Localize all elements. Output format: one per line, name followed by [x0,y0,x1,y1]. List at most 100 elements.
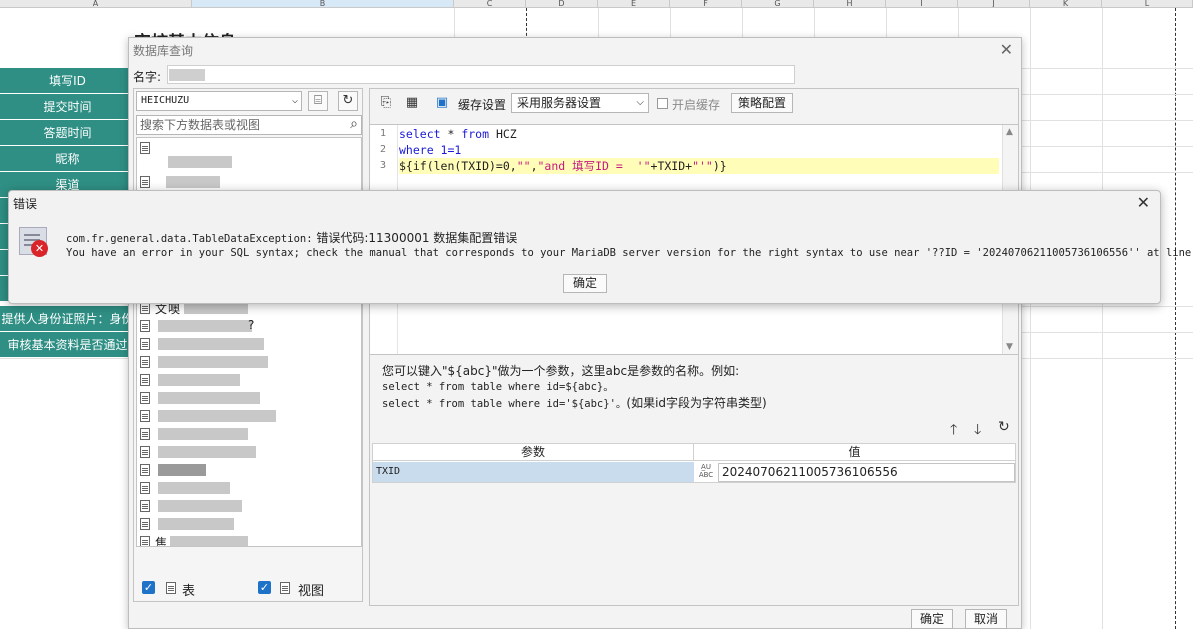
redacted-text [158,392,260,404]
column-header-g[interactable]: G [742,0,814,8]
cell-label-nickname[interactable]: 昵称 [0,146,135,172]
datasource-select[interactable]: HEICHUZU ⌵ [136,91,302,111]
checkbox-view[interactable]: ✓ [258,581,271,594]
table-icon [140,338,150,350]
arrow-up-icon[interactable]: 🡑 [950,419,957,443]
list-item[interactable] [140,390,360,406]
calculator-icon[interactable]: ▦ [402,94,422,114]
redacted-text [168,156,232,168]
column-header-j[interactable]: J [958,0,1030,8]
checkbox-table[interactable]: ✓ [142,581,155,594]
redacted-text [158,338,264,350]
cell-label-submit-time[interactable]: 提交时间 [0,94,135,120]
query-panel: ⎘ ▦ ▣ 缓存设置 采用服务器设置 ⌵ 开启缓存 策略配置 1 2 3 sel… [369,88,1019,606]
list-item[interactable] [140,480,360,496]
sql-line-3: ${if(len(TXID)=0,"","and 填写ID = '"+TXID+… [399,158,999,174]
sql-text: +TXID+ [650,159,693,173]
redacted-text [158,320,252,332]
exception-class: com.fr.general.data.TableDataException: [66,233,313,245]
string-type-icon[interactable]: A̲U ABC [696,463,716,481]
search-icon[interactable]: ⌕ [350,116,358,132]
refresh-params-icon[interactable]: ↻ [998,419,1010,435]
hint-line-1: 您可以键入"${abc}"做为一个参数，这里abc是参数的名称。例如: [382,364,740,378]
close-icon[interactable]: ✕ [1000,40,1013,59]
list-item[interactable] [140,372,360,388]
list-item[interactable] [140,408,360,424]
table-icon [140,392,150,404]
column-header-d[interactable]: D [526,0,598,8]
line-number: 1 [379,128,386,139]
hint-line-2: select * from table where id=${abc}。 [382,381,614,393]
sql-keyword: select [399,127,441,141]
sql-string: "and 填写ID = '" [537,159,651,173]
redacted-text [158,500,242,512]
column-header-k[interactable]: K [1030,0,1102,8]
sql-text: HCZ [489,127,517,141]
list-item[interactable]: ? [140,318,360,334]
parameter-table: 参数 值 TXID A̲U ABC 20240706211005736106556 [372,443,1016,483]
ok-button[interactable]: 确定 [911,609,953,629]
refresh-icon[interactable]: ↻ [338,91,358,111]
column-header-a[interactable]: A [0,0,192,8]
list-item[interactable] [140,444,360,460]
preview-icon[interactable]: ⎘ [376,94,396,114]
table-search-input[interactable] [137,116,337,134]
redacted-text [158,482,230,494]
sql-string: "'" [692,159,713,173]
redacted-text [158,410,276,422]
param-value-input[interactable]: 20240706211005736106556 [718,463,1015,482]
column-header-e[interactable]: E [598,0,670,8]
column-header-l[interactable]: L [1102,0,1193,8]
table-icon [140,500,150,512]
list-item[interactable] [140,462,360,478]
error-ok-button[interactable]: 确定 [563,274,607,293]
list-item[interactable] [140,140,360,168]
list-item[interactable] [140,354,360,370]
scroll-up-icon[interactable]: ▲ [1006,127,1013,137]
redacted-text [158,446,256,458]
list-item[interactable]: 焦 [140,534,360,546]
hint-line-3: select * from table where id='${abc}'。 [382,398,627,410]
line-number: 2 [379,144,386,155]
column-header-f[interactable]: F [670,0,742,8]
column-header-i[interactable]: I [886,0,958,8]
table-icon [140,428,150,440]
cache-settings-label: 缓存设置 [458,98,507,112]
cell-label-id-photo[interactable]: 提供人身份证照片：身份 [0,306,135,332]
enable-cache-checkbox[interactable] [657,98,668,109]
object-type-filter: ✓ 表 ✓ 视图 [138,579,358,599]
list-item[interactable] [140,516,360,532]
sql-text: ${if(len(TXID)=0, [399,159,517,173]
close-icon[interactable]: ✕ [1137,193,1150,212]
param-column-header: 参数 [373,444,694,461]
list-item[interactable] [140,498,360,514]
column-header-c[interactable]: C [454,0,526,8]
list-item[interactable] [140,426,360,442]
sql-keyword: where [399,143,434,157]
cell-label-answer-time[interactable]: 答题时间 [0,120,135,146]
error-dialog: 错误 ✕ ✕ com.fr.general.data.TableDataExce… [8,190,1193,304]
arrow-down-icon[interactable]: 🡓 [974,419,981,443]
save-cache-icon[interactable]: ▣ [432,94,452,114]
hint-line-3-note: (如果id字段为字符串类型) [626,396,767,410]
edit-connection-icon[interactable]: ⌸ [308,91,328,111]
cell-label-review-pass[interactable]: 审核基本资料是否通过 [0,332,135,358]
column-header-b[interactable]: B [192,0,454,8]
scroll-down-icon[interactable]: ▼ [1006,342,1013,352]
table-search-box[interactable]: ⌕ [136,115,362,135]
strategy-config-button[interactable]: 策略配置 [731,93,793,113]
cancel-button[interactable]: 取消 [965,609,1007,629]
name-label: 名字: [133,70,162,84]
error-icon: ✕ [31,240,48,257]
table-icon [140,518,150,530]
cache-mode-select[interactable]: 采用服务器设置 ⌵ [511,93,649,113]
name-input[interactable] [167,65,795,84]
param-name-cell[interactable]: TXID [373,462,694,482]
enable-cache-label: 开启缓存 [672,98,721,112]
cell-label-fill-id[interactable]: 填写ID [0,68,135,94]
chevron-down-icon: ⌵ [636,97,644,108]
list-item[interactable] [140,336,360,352]
column-header-h[interactable]: H [814,0,886,8]
list-item[interactable] [140,174,360,190]
error-dialog-title: 错误 [13,197,38,211]
